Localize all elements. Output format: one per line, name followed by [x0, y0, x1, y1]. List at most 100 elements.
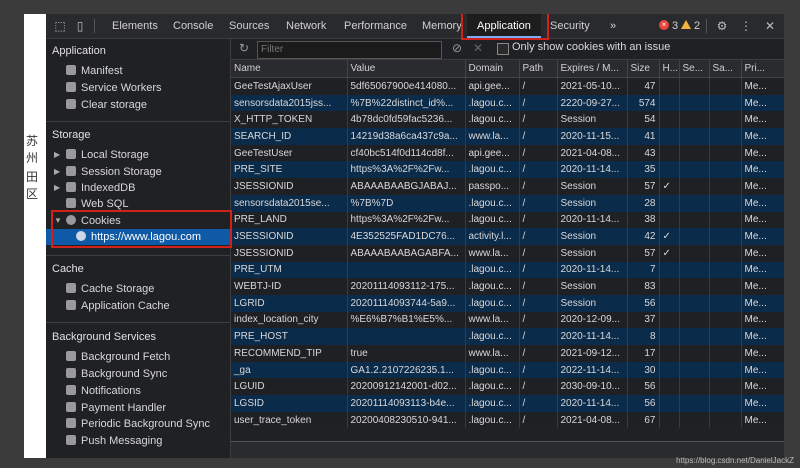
tab-memory[interactable]: Memory	[422, 14, 462, 38]
tab-security[interactable]: Security	[550, 14, 590, 38]
table-header-row: Name Value Domain Path Expires / M... Size H..…	[231, 60, 784, 78]
chevron-right-icon[interactable]: ▶	[54, 164, 60, 180]
table-cell	[709, 144, 742, 162]
sidebar-item-periodic-background-sync[interactable]: Periodic Background Sync	[66, 416, 210, 432]
inspect-element-icon[interactable]: ⬚	[52, 18, 68, 34]
more-tabs-button[interactable]: »	[610, 14, 616, 38]
table-cell	[659, 211, 680, 229]
table-cell: 2020-12-09...	[557, 311, 628, 329]
table-row[interactable]: PRE_HOST .lagou.c.../2020-11-14... 8 Me...	[231, 328, 784, 345]
table-cell	[679, 345, 710, 362]
table-cell	[659, 395, 680, 412]
table-cell	[709, 278, 742, 295]
table-cell	[679, 211, 710, 229]
table-row[interactable]: PRE_SITE https%3A%2F%2Fw... .lagou.c.../20…	[231, 161, 784, 179]
table-cell: Me...	[741, 261, 784, 279]
table-row[interactable]: user_trace_token 20200408230510-941... .la…	[231, 411, 784, 429]
table-cell	[679, 128, 710, 145]
table-cell: Me...	[741, 161, 784, 179]
table-cell	[709, 378, 742, 396]
table-cell: Session	[557, 294, 628, 312]
table-cell: .lagou.c...	[465, 161, 520, 179]
chevron-right-icon[interactable]: ▶	[54, 147, 60, 163]
column-header[interactable]: Path	[519, 60, 558, 78]
sidebar-item-local-storage[interactable]: ▶ Local Storage	[54, 147, 149, 163]
table-row[interactable]: PRE_UTM .lagou.c.../2020-11-14... 7 Me...	[231, 261, 784, 279]
sidebar-item-application-cache[interactable]: Application Cache	[66, 298, 170, 314]
table-row[interactable]: sensorsdata2015se... %7B%7D .lagou.c... / Se…	[231, 194, 784, 212]
only-issue-checkbox[interactable]	[497, 43, 509, 55]
table-row[interactable]: LGSID 20201114093113-b4e... .lagou.c.../20…	[231, 395, 784, 412]
sidebar-item-notifications[interactable]: Notifications	[66, 383, 141, 399]
table-cell	[709, 194, 742, 212]
clear-all-icon[interactable]: ⊘	[450, 41, 464, 55]
table-row[interactable]: JSESSIONID 4E352525FAD1DC76... activity.l.…	[231, 228, 784, 245]
table-cell: .lagou.c...	[465, 194, 520, 212]
table-row[interactable]: X_HTTP_TOKEN 4b78dc0fd59fac5236... .lagou.…	[231, 111, 784, 129]
table-row[interactable]: SEARCH_ID 14219d38a6ca437c9a... www.la... /…	[231, 128, 784, 145]
table-row[interactable]: JSESSIONID ABAAABAABGJABAJ... passpo... / Se…	[231, 178, 784, 195]
table-row[interactable]: JSESSIONID ABAAABAABAGABFA... www.la... / Se…	[231, 244, 784, 262]
table-cell: Me...	[741, 361, 784, 379]
column-header[interactable]: Se...	[679, 60, 710, 78]
grid-icon	[66, 149, 76, 159]
sidebar-item-payment-handler[interactable]: Payment Handler	[66, 400, 166, 416]
sidebar-item-clear-storage[interactable]: Clear storage	[66, 97, 147, 113]
cloud-icon	[66, 435, 76, 445]
column-header[interactable]: Name	[231, 60, 348, 78]
table-cell: api.gee...	[465, 77, 520, 95]
sidebar-item-background-fetch[interactable]: Background Fetch	[66, 349, 170, 365]
sidebar-item-service-workers[interactable]: Service Workers	[66, 80, 161, 96]
tab-console[interactable]: Console	[173, 14, 213, 38]
sidebar-item-session-storage[interactable]: ▶ Session Storage	[54, 164, 162, 180]
table-cell: WEBTJ-ID	[231, 278, 348, 295]
table-row[interactable]: PRE_LAND https%3A%2F%2Fw... .lagou.c.../20…	[231, 211, 784, 229]
kebab-menu-icon[interactable]: ⋮	[738, 18, 754, 34]
section-title-background-services: Background Services	[52, 331, 156, 343]
device-toolbar-icon[interactable]: ▯	[72, 18, 88, 34]
table-cell	[679, 244, 710, 262]
table-row[interactable]: sensorsdata2015jss... %7B%22distinct_id%.…	[231, 94, 784, 112]
table-cell: 42	[627, 228, 660, 245]
close-icon[interactable]: ✕	[762, 18, 778, 34]
table-row[interactable]: RECOMMEND_TIP true www.la.../2021-09-12...…	[231, 345, 784, 362]
tab-network[interactable]: Network	[286, 14, 326, 38]
column-header[interactable]: Expires / M...	[557, 60, 628, 78]
delete-selected-icon[interactable]: ✕	[471, 41, 485, 55]
filter-input[interactable]	[257, 41, 442, 59]
column-header[interactable]: Size	[627, 60, 660, 78]
table-row[interactable]: WEBTJ-ID 20201114093112-175... .lagou.c...…	[231, 278, 784, 295]
sidebar-item-push-messaging[interactable]: Push Messaging	[66, 433, 162, 449]
column-header[interactable]: Sa...	[709, 60, 742, 78]
column-header[interactable]: H...	[659, 60, 680, 78]
table-row[interactable]: LGRID 20201114093744-5a9... .lagou.c... / Se…	[231, 294, 784, 312]
gear-icon[interactable]: ⚙	[714, 18, 730, 34]
column-header[interactable]: Pri...	[741, 60, 784, 78]
table-cell: Session	[557, 194, 628, 212]
refresh-icon[interactable]: ↻	[237, 41, 251, 55]
table-cell: /	[519, 194, 558, 212]
table-row[interactable]: index_location_city %E6%B7%B1%E5%... www.l…	[231, 311, 784, 329]
error-count[interactable]: 3	[672, 14, 678, 38]
sidebar-item-background-sync[interactable]: Background Sync	[66, 366, 167, 382]
column-header[interactable]: Domain	[465, 60, 520, 78]
tab-performance[interactable]: Performance	[344, 14, 407, 38]
chevron-right-icon[interactable]: ▶	[54, 180, 60, 196]
table-cell	[659, 361, 680, 379]
table-row[interactable]: _ga GA1.2.2107226235.1... .lagou.c.../2022…	[231, 361, 784, 379]
tab-sources[interactable]: Sources	[229, 14, 269, 38]
table-row[interactable]: LGUID 20200912142001-d02... .lagou.c.../20…	[231, 378, 784, 396]
table-cell	[679, 144, 710, 162]
table-cell: Session	[557, 228, 628, 245]
table-row[interactable]: GeeTestUser cf40bc514f0d114cd8f... api.gee…	[231, 144, 784, 162]
warning-icon	[681, 20, 691, 29]
warning-count[interactable]: 2	[694, 14, 700, 38]
sidebar-item-manifest[interactable]: Manifest	[66, 63, 123, 79]
sidebar-item-cache-storage[interactable]: Cache Storage	[66, 281, 154, 297]
table-row[interactable]: GeeTestAjaxUser 5df65067900e414080... api.…	[231, 77, 784, 95]
sidebar-item-indexeddb[interactable]: ▶ IndexedDB	[54, 180, 135, 196]
table-cell: /	[519, 77, 558, 95]
watermark: https://blog.csdn.net/DanielJackZ	[676, 456, 794, 465]
column-header[interactable]: Value	[347, 60, 466, 78]
tab-elements[interactable]: Elements	[112, 14, 158, 38]
